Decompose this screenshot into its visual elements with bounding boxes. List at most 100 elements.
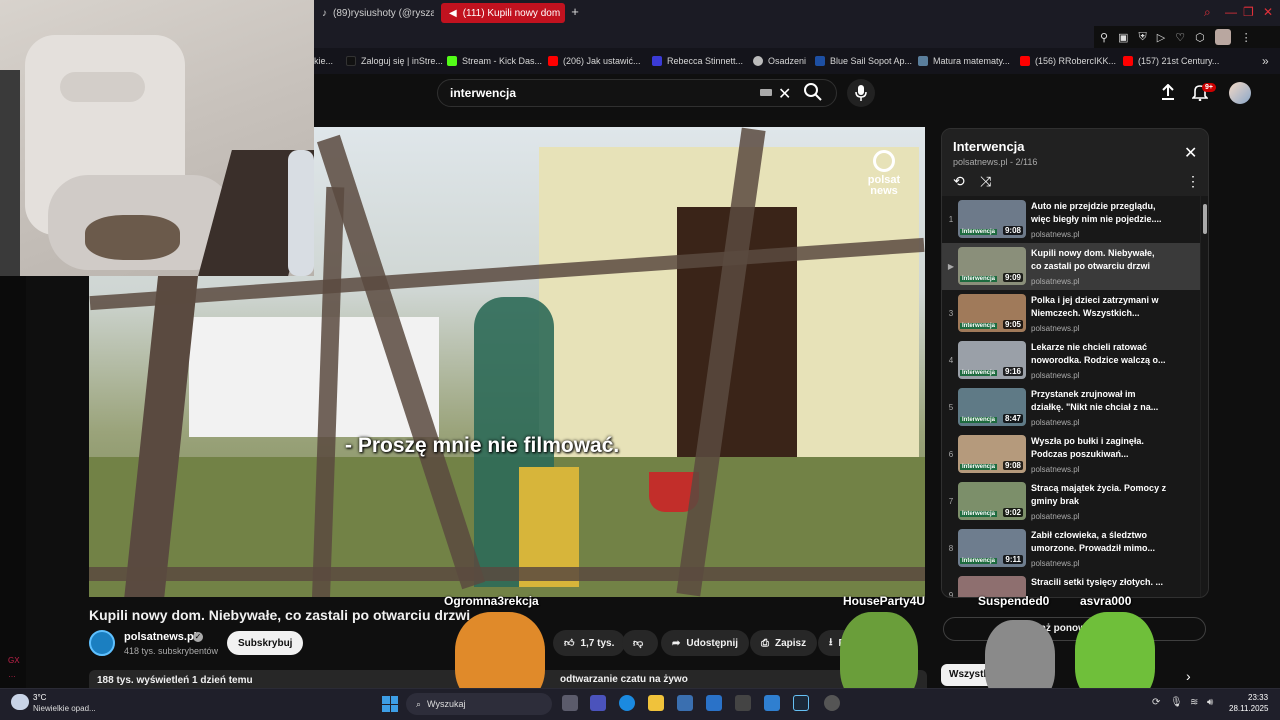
- playlist-item-title[interactable]: Zabił człowieka, a śledztwo umorzone. Pr…: [1031, 529, 1167, 555]
- more-options-icon[interactable]: ⋮: [1186, 173, 1200, 190]
- file-explorer-icon[interactable]: [648, 695, 664, 711]
- microphone-tray-icon[interactable]: 🎙︎: [1170, 697, 1183, 708]
- taskbar-search[interactable]: ⌕ Wyszukaj: [406, 693, 552, 715]
- task-view-icon[interactable]: [562, 695, 578, 711]
- bookmark[interactable]: Stream - Kick Das...: [447, 54, 542, 68]
- volume-icon[interactable]: 🔊︎: [1207, 697, 1213, 708]
- playlist-item-thumbnail[interactable]: Interwencja 9:11: [958, 529, 1026, 567]
- menu-icon[interactable]: ⋮: [1241, 31, 1252, 44]
- playlist-item[interactable]: 7 Interwencja 9:02 Stracą majątek życia. Po…: [942, 478, 1200, 525]
- screenshot-icon[interactable]: ▣: [1118, 31, 1128, 44]
- clear-search-icon[interactable]: ✕: [778, 84, 791, 104]
- chips-next-button[interactable]: ›: [1186, 668, 1191, 684]
- stream-side-strip: GX …: [0, 276, 26, 688]
- playlist-item-title[interactable]: Lekarze nie chcieli ratować noworodka. R…: [1031, 341, 1167, 367]
- playlist-item[interactable]: 3 Interwencja 9:05 Polka i jej dzieci zatrz…: [942, 290, 1200, 337]
- voice-search-button[interactable]: [847, 79, 875, 107]
- user-avatar[interactable]: [1229, 82, 1251, 104]
- weather-temperature[interactable]: 3°C: [33, 693, 46, 702]
- playlist-item-index: 9: [948, 591, 954, 598]
- shield-icon[interactable]: ⛨: [1138, 31, 1146, 44]
- bookmarks-more-button[interactable]: »: [1262, 54, 1269, 68]
- close-icon[interactable]: ✕: [1263, 5, 1273, 19]
- playlist-item-thumbnail[interactable]: Interwencja 9:05: [958, 294, 1026, 332]
- bookmark[interactable]: kie...: [314, 54, 333, 68]
- clock-date[interactable]: 28.11.2025: [1229, 704, 1268, 713]
- app-icon[interactable]: [735, 695, 751, 711]
- app-icon[interactable]: [764, 695, 780, 711]
- pin-icon[interactable]: ⚲: [1100, 31, 1108, 44]
- address-bar[interactable]: [314, 26, 1094, 48]
- upload-icon[interactable]: [1160, 83, 1176, 105]
- bookmark[interactable]: Osadzeni: [753, 54, 806, 68]
- playlist-item-thumbnail[interactable]: Interwencja 9:08: [958, 200, 1026, 238]
- tab-youtube-active[interactable]: ◀ (111) Kupili nowy dom: [441, 3, 565, 23]
- like-button[interactable]: 👍︎ 1,7 tys.: [553, 630, 626, 656]
- loop-icon[interactable]: ⟲: [953, 173, 965, 190]
- playlist-item-thumbnail[interactable]: Interwencja 9:02: [958, 482, 1026, 520]
- verified-icon: ✓: [193, 632, 203, 642]
- play-icon[interactable]: ▷: [1157, 31, 1165, 44]
- shuffle-icon[interactable]: ⤨: [980, 173, 991, 190]
- steam-icon[interactable]: [793, 695, 809, 711]
- channel-name[interactable]: polsatnews.pl: [124, 631, 197, 643]
- bookmark[interactable]: Matura matematy...: [918, 54, 1010, 68]
- playlist-item[interactable]: ▶ Interwencja 9:09 Kupili nowy dom. Niebywa…: [942, 243, 1200, 290]
- minimize-icon[interactable]: —: [1225, 5, 1237, 19]
- playlist-item-thumbnail[interactable]: Interwencja 9:09: [958, 247, 1026, 285]
- channel-avatar[interactable]: [89, 630, 115, 656]
- playlist-item[interactable]: 8 Interwencja 9:11 Zabił człowieka, a śledz…: [942, 525, 1200, 572]
- playlist-item-title[interactable]: Kupili nowy dom. Niebywałe, co zastali p…: [1031, 247, 1167, 273]
- puzzle-icon[interactable]: ⬡: [1195, 31, 1205, 44]
- bookmark[interactable]: (157) 21st Century...: [1123, 54, 1219, 68]
- bookmark[interactable]: Blue Sail Sopot Ap...: [815, 54, 912, 68]
- profile-icon[interactable]: [1214, 29, 1231, 45]
- playlist-item-thumbnail[interactable]: Interwencja 9:08: [958, 435, 1026, 473]
- scrollbar-thumb[interactable]: [1203, 204, 1207, 234]
- subscribe-button[interactable]: Subskrybuj: [227, 631, 304, 655]
- playlist-item-title[interactable]: Wyszła po bułki i zaginęła. Podczas posz…: [1031, 435, 1167, 461]
- dislike-button[interactable]: 👎︎: [622, 630, 658, 656]
- start-button[interactable]: [382, 696, 398, 712]
- clock-time[interactable]: 23:33: [1248, 693, 1268, 702]
- store-icon[interactable]: [677, 695, 693, 711]
- playlist-item[interactable]: 4 Interwencja 9:16 Lekarze nie chcieli rato…: [942, 337, 1200, 384]
- playlist-item[interactable]: 6 Interwencja 9:08 Wyszła po bułki i zaginę…: [942, 431, 1200, 478]
- playlist-item-thumbnail[interactable]: Interwencja 9:16: [958, 341, 1026, 379]
- playlist-item-title[interactable]: Przystanek zrujnował im działkę. "Nikt n…: [1031, 388, 1167, 414]
- edge-icon[interactable]: [619, 695, 635, 711]
- playlist-item-thumbnail[interactable]: Interwencja 8:47: [958, 388, 1026, 426]
- search-button[interactable]: [803, 82, 829, 104]
- restore-icon[interactable]: ❐: [1243, 5, 1254, 19]
- wifi-icon[interactable]: ≋: [1190, 697, 1198, 708]
- bookmark[interactable]: Rebecca Stinnett...: [652, 54, 743, 68]
- channel-watermark: polsat news: [862, 150, 906, 197]
- playlist-title[interactable]: Interwencja: [953, 139, 1025, 154]
- teams-icon[interactable]: [590, 695, 606, 711]
- playlist-item[interactable]: 1 Interwencja 9:08 Auto nie przejdzie przeg…: [942, 196, 1200, 243]
- search-tabs-icon[interactable]: ⌕: [1204, 5, 1211, 20]
- network-icon[interactable]: ⟳: [1152, 697, 1160, 708]
- playlist-scrollbar[interactable]: [1201, 196, 1208, 597]
- chat-replay-label[interactable]: odtwarzanie czatu na żywo: [560, 674, 688, 685]
- close-icon[interactable]: ✕: [1184, 143, 1197, 163]
- playlist-item-title[interactable]: Polka i jej dzieci zatrzymani w Niemczec…: [1031, 294, 1167, 320]
- playlist-item-title[interactable]: Auto nie przejdzie przeglądu, więc biegł…: [1031, 200, 1167, 226]
- save-button[interactable]: ⎙ Zapisz: [750, 630, 818, 656]
- heart-icon[interactable]: ♡: [1175, 31, 1185, 44]
- bookmark[interactable]: (206) Jak ustawić...: [548, 54, 641, 68]
- search-input[interactable]: interwencja: [437, 79, 837, 107]
- keyboard-icon[interactable]: [760, 89, 772, 96]
- new-tab-button[interactable]: +: [568, 5, 582, 19]
- playlist-item-title[interactable]: Stracą majątek życia. Pomocy z gminy bra…: [1031, 482, 1167, 508]
- weather-description[interactable]: Niewielkie opad...: [33, 704, 96, 713]
- tab-tiktok[interactable]: ♪ (89)rysiushoty (@ryszard: [314, 3, 434, 23]
- bookmark[interactable]: Zaloguj się | inStre...: [346, 54, 443, 68]
- bookmark[interactable]: (156) RRobercIKK...: [1020, 54, 1116, 68]
- share-button[interactable]: ➦ Udostępnij: [661, 630, 750, 656]
- app-icon[interactable]: [824, 695, 840, 711]
- weather-icon[interactable]: [11, 694, 29, 710]
- mail-icon[interactable]: [706, 695, 722, 711]
- replay-button[interactable]: Pokaż ponownie o...tu: [943, 617, 1206, 641]
- playlist-item[interactable]: 5 Interwencja 8:47 Przystanek zrujnował im …: [942, 384, 1200, 431]
